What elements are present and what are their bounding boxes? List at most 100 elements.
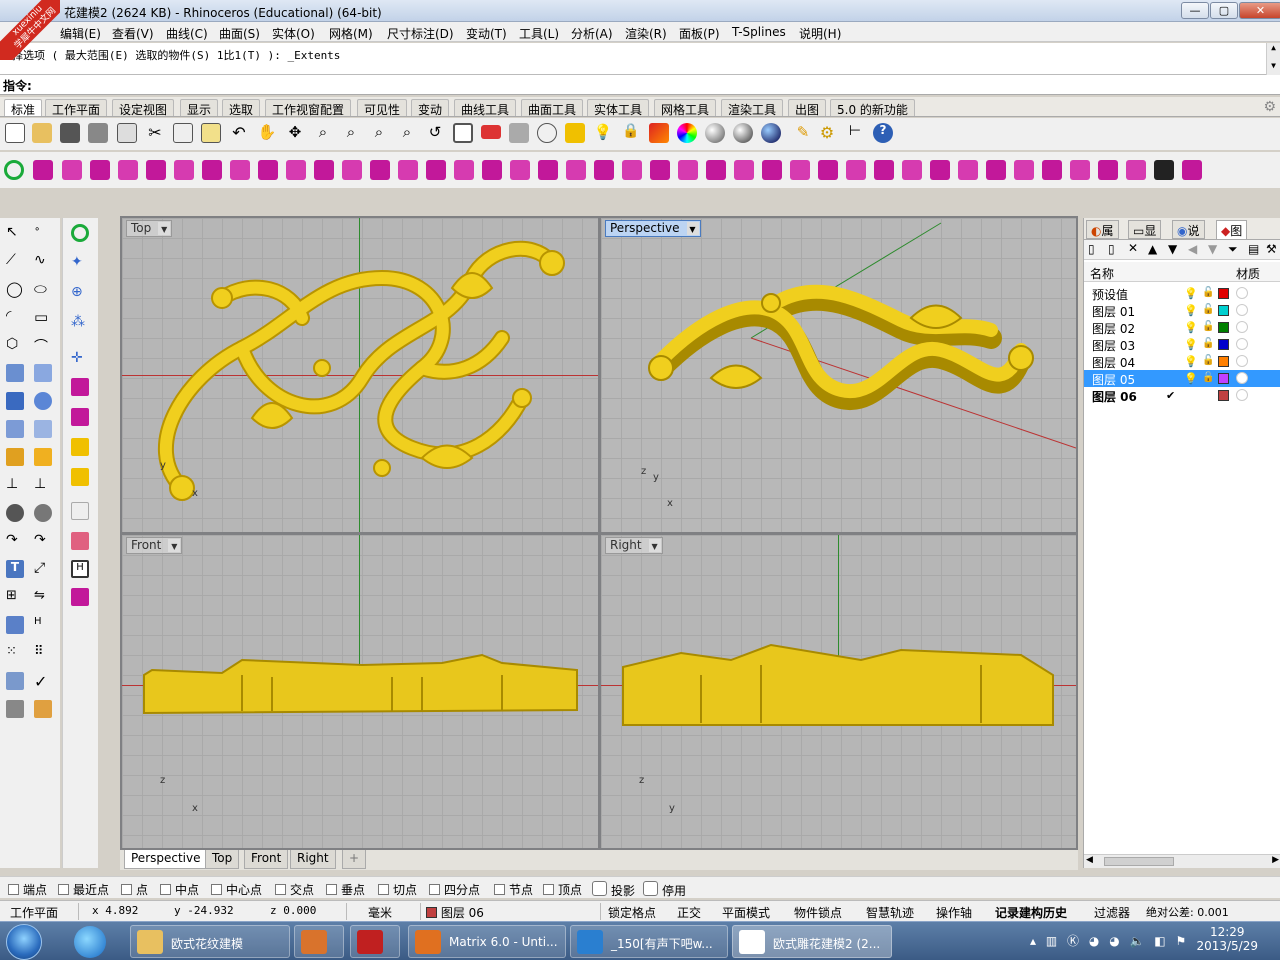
visibility-bulb-icon[interactable]: 💡 xyxy=(1184,372,1198,385)
menu-view[interactable]: 查看(V) xyxy=(112,25,154,42)
sphere-icon[interactable] xyxy=(34,392,52,410)
dimension-icon[interactable]: ⊢ xyxy=(845,123,865,143)
box-icon[interactable] xyxy=(6,392,24,410)
tab-mesh-tools[interactable]: 网格工具 xyxy=(654,99,717,117)
close-button[interactable]: ✕ xyxy=(1239,2,1280,19)
group-icon[interactable] xyxy=(34,504,52,522)
ts-delete-icon[interactable] xyxy=(482,160,502,180)
menu-render[interactable]: 渲染(R) xyxy=(625,25,667,42)
flag-tray-icon[interactable]: ⚑ xyxy=(1175,934,1186,948)
trim-icon[interactable] xyxy=(34,448,52,466)
undo-icon[interactable]: ↶ xyxy=(229,123,249,143)
ts-box-mode-icon[interactable] xyxy=(818,160,838,180)
explode-icon[interactable] xyxy=(6,448,24,466)
menu-tsplines[interactable]: T-Splines xyxy=(732,25,786,39)
tab-display[interactable]: 显示 xyxy=(180,99,219,117)
ts-display-icon[interactable] xyxy=(1154,160,1174,180)
unlock-icon[interactable]: 🔓 xyxy=(1202,304,1214,315)
help-icon[interactable]: ? xyxy=(873,123,893,143)
ts-hide-icon[interactable]: H xyxy=(71,560,89,578)
polygon-icon[interactable]: ⬡ xyxy=(6,336,24,354)
point-icon[interactable]: ∘ xyxy=(34,224,52,242)
tab-viewport-layout[interactable]: 工作视窗配置 xyxy=(265,99,352,117)
ts-shrink-icon[interactable] xyxy=(986,160,1006,180)
ts-settings-icon[interactable] xyxy=(1182,160,1202,180)
ts-select-icon[interactable] xyxy=(846,160,866,180)
tab-display-panel[interactable]: ▭显 xyxy=(1128,220,1162,239)
taskbar-item[interactable] xyxy=(350,925,400,958)
tab-render-tools[interactable]: 渲染工具 xyxy=(721,99,784,117)
tab-properties[interactable]: ◐属 xyxy=(1086,220,1119,239)
rotate-view-icon[interactable]: ✥ xyxy=(285,123,305,143)
solid-icon[interactable] xyxy=(6,616,24,634)
ts-cage-icon[interactable] xyxy=(71,532,89,550)
options-gear-icon[interactable]: ⚙ xyxy=(817,123,837,143)
unlock-icon[interactable]: 🔓 xyxy=(1202,321,1214,332)
tab-transform[interactable]: 变动 xyxy=(411,99,450,117)
select-icon[interactable] xyxy=(565,123,585,143)
move-down-icon[interactable]: ▼ xyxy=(1168,242,1177,256)
viewport-front[interactable]: Front ▼ z x xyxy=(122,535,598,848)
unlock-icon[interactable]: 🔓 xyxy=(1202,355,1214,366)
cut-icon[interactable]: ✂ xyxy=(145,123,165,143)
material-icon[interactable] xyxy=(1236,304,1248,316)
add-viewport-tab-button[interactable]: + xyxy=(342,850,367,869)
analyze-icon[interactable] xyxy=(6,672,24,690)
ts-smooth-icon[interactable] xyxy=(790,160,810,180)
osnap-checkbox[interactable]: 切点 xyxy=(378,881,417,898)
taskbar-item[interactable] xyxy=(294,925,344,958)
gumball-toggle[interactable]: 操作轴 xyxy=(936,904,972,921)
viewport-top[interactable]: Top ▼ y x xyxy=(122,218,598,532)
select-arrow-icon[interactable]: ↖ xyxy=(6,224,24,242)
offset-icon[interactable]: ↷ xyxy=(6,532,24,550)
viewport-front-label[interactable]: Front ▼ xyxy=(126,537,183,554)
ts-rebuild-icon[interactable] xyxy=(734,160,754,180)
layer-row[interactable]: 图层 04 💡 🔓 xyxy=(1084,353,1280,370)
dimension-tool-icon[interactable]: H xyxy=(34,616,52,634)
menu-analyze[interactable]: 分析(A) xyxy=(571,25,613,42)
viewport-right[interactable]: Right ▼ z y xyxy=(601,535,1076,848)
tab-front[interactable]: Front xyxy=(244,850,289,869)
ts-fill-hole-icon[interactable] xyxy=(538,160,558,180)
ie-icon[interactable] xyxy=(74,926,106,958)
osnap-checkbox[interactable]: 停用 xyxy=(643,881,686,899)
shaded-sphere-icon[interactable] xyxy=(705,123,725,143)
four-viewports-icon[interactable] xyxy=(453,123,473,143)
maximize-button[interactable]: ▢ xyxy=(1210,2,1238,19)
units[interactable]: 毫米 xyxy=(368,904,392,921)
ts-toggle-icon[interactable] xyxy=(71,224,89,242)
minimize-button[interactable]: — xyxy=(1181,2,1209,19)
ellipse-icon[interactable]: ⬭ xyxy=(34,280,52,298)
taskbar-item[interactable]: _150[有声下吧w... xyxy=(570,925,728,958)
osnap-checkbox[interactable]: 中点 xyxy=(160,881,199,898)
tab-solid-tools[interactable]: 实体工具 xyxy=(587,99,650,117)
ts-unweld-icon[interactable] xyxy=(342,160,362,180)
visibility-bulb-icon[interactable]: 💡 xyxy=(1184,338,1198,351)
osnap-checkbox[interactable]: 端点 xyxy=(8,881,47,898)
paste-icon[interactable] xyxy=(201,123,221,143)
layer-row[interactable]: 图层 02 💡 🔓 xyxy=(1084,319,1280,336)
ts-world-icon[interactable]: ⊕ xyxy=(71,284,89,302)
ts-insert-edge-icon[interactable] xyxy=(426,160,446,180)
tab-surface-tools[interactable]: 曲面工具 xyxy=(521,99,584,117)
current-layer[interactable]: 图层 06 xyxy=(426,904,484,921)
menu-help[interactable]: 说明(H) xyxy=(799,25,841,42)
ts-local-icon[interactable]: ⁂ xyxy=(71,314,89,332)
ts-options-icon[interactable] xyxy=(71,588,89,606)
tab-standard[interactable]: 标准 xyxy=(4,99,43,117)
layer-color-swatch[interactable] xyxy=(1218,305,1229,316)
pan-icon[interactable]: ✋ xyxy=(257,123,277,143)
ts-split-icon[interactable] xyxy=(678,160,698,180)
menu-mesh[interactable]: 网格(M) xyxy=(329,25,373,42)
ts-paint-icon[interactable] xyxy=(71,502,89,520)
ts-invert-icon[interactable] xyxy=(1014,160,1034,180)
ts-unwrap-icon[interactable] xyxy=(1126,160,1146,180)
ts-crease-icon[interactable] xyxy=(370,160,390,180)
menu-tools[interactable]: 工具(L) xyxy=(519,25,559,42)
viewport-right-label[interactable]: Right ▼ xyxy=(605,537,663,554)
visibility-bulb-icon[interactable]: 💡 xyxy=(1184,287,1198,300)
ts-insert-point-icon[interactable] xyxy=(454,160,474,180)
material-icon[interactable] xyxy=(1236,287,1248,299)
planar-toggle[interactable]: 平面模式 xyxy=(722,904,770,921)
ts-thicken-icon[interactable] xyxy=(622,160,642,180)
